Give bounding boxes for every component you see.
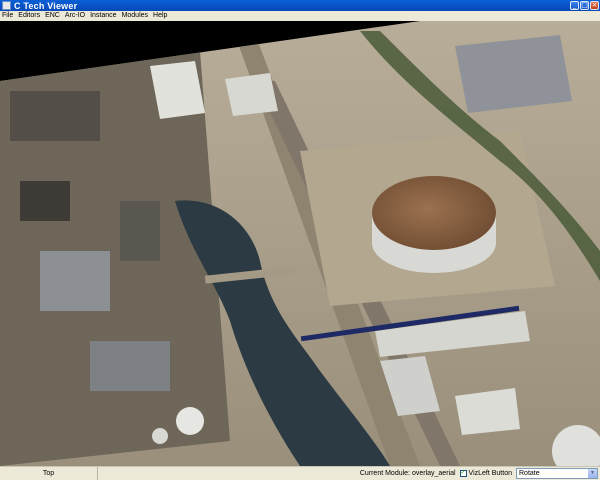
menu-bar: File Editors ENC Arc-IO Instance Modules…	[0, 11, 600, 21]
current-module-text: Current Module: overlay_aerial	[359, 470, 456, 477]
vizleft-checkbox[interactable]: ✓	[459, 470, 467, 477]
window-controls: _ □ ×	[570, 1, 599, 10]
aerial-image[interactable]	[0, 21, 600, 466]
view-label: Top	[0, 467, 98, 480]
menu-file[interactable]: File	[2, 11, 13, 21]
menu-editors[interactable]: Editors	[18, 11, 40, 21]
menu-help[interactable]: Help	[153, 11, 167, 21]
menu-enc[interactable]: ENC	[45, 11, 60, 21]
status-bar: Top Current Module: overlay_aerial ✓ Viz…	[0, 466, 600, 480]
mouse-mode-value: Rotate	[519, 470, 540, 477]
vizleft-toggle[interactable]: ✓ VizLeft Button	[459, 470, 512, 477]
menu-instance[interactable]: Instance	[90, 11, 116, 21]
minimize-button[interactable]: _	[570, 1, 579, 10]
chevron-down-icon[interactable]: ▼	[588, 469, 597, 478]
close-button[interactable]: ×	[590, 1, 599, 10]
ground-plane	[0, 21, 600, 466]
window-title: C Tech Viewer	[14, 0, 78, 11]
menu-modules[interactable]: Modules	[122, 11, 148, 21]
mouse-mode-select[interactable]: Rotate ▼	[516, 468, 598, 479]
3d-viewport[interactable]	[0, 21, 600, 466]
maximize-button[interactable]: □	[580, 1, 589, 10]
app-icon	[2, 1, 11, 10]
vizleft-label: VizLeft Button	[468, 470, 512, 477]
app-window: C Tech Viewer _ □ × File Editors ENC Arc…	[0, 0, 600, 480]
title-bar[interactable]: C Tech Viewer _ □ ×	[0, 0, 600, 11]
menu-arc-io[interactable]: Arc-IO	[65, 11, 85, 21]
